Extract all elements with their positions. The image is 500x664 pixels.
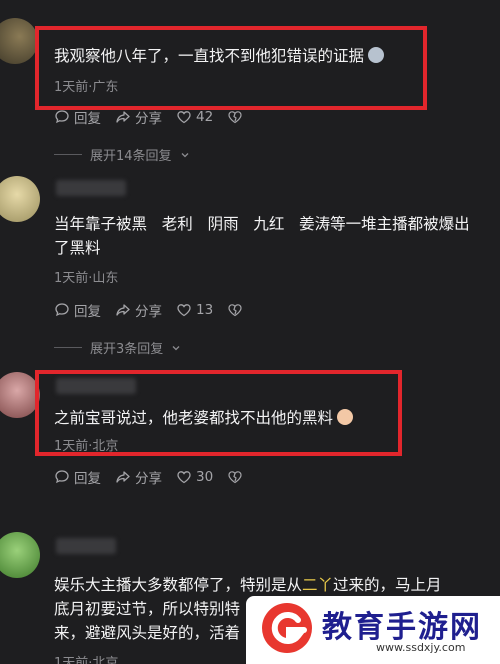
chat-bubble-icon <box>55 303 69 317</box>
chevron-down-icon <box>181 152 189 157</box>
chat-bubble-icon <box>55 110 69 124</box>
comment-actions: 回复 分享 13 <box>54 299 243 321</box>
share-button[interactable]: 分享 <box>115 107 162 127</box>
like-button[interactable]: 30 <box>176 469 213 485</box>
like-button[interactable]: 42 <box>176 109 213 125</box>
username[interactable] <box>56 180 126 196</box>
heart-icon <box>177 471 191 484</box>
share-button[interactable]: 分享 <box>115 300 162 320</box>
watermark: 教育手游网 www.ssdxjy.com <box>246 596 500 664</box>
share-arrow-icon <box>116 111 130 123</box>
like-button[interactable]: 13 <box>176 302 213 318</box>
expand-replies-button[interactable]: 展开14条回复 <box>54 145 190 164</box>
dislike-button[interactable] <box>227 109 243 125</box>
dislike-button[interactable] <box>227 302 243 318</box>
heart-icon <box>177 304 191 317</box>
username[interactable] <box>56 538 116 554</box>
face-emoji-icon <box>337 409 354 425</box>
chevron-down-icon <box>172 345 180 350</box>
comment-meta: 1天前·广东 <box>54 80 119 95</box>
site-logo-icon <box>262 603 312 653</box>
broken-heart-icon <box>228 304 242 317</box>
comment-text: 当年靠子被黑 老利 阴雨 九红 姜涛等一堆主播都被爆出 了黑料 <box>54 215 470 257</box>
highlighted-name[interactable]: 二丫 <box>302 576 333 594</box>
chat-bubble-icon <box>55 470 69 484</box>
comment-actions: 回复 分享 30 <box>54 466 243 488</box>
expand-replies-button[interactable]: 展开3条回复 <box>54 338 181 357</box>
divider <box>54 154 82 155</box>
dislike-button[interactable] <box>227 469 243 485</box>
broken-heart-icon <box>228 471 242 484</box>
broken-heart-icon <box>228 111 242 124</box>
comment-text: 我观察他八年了，一直找不到他犯错误的证据 <box>54 44 484 68</box>
comment-meta: 1天前·山东 <box>54 271 119 286</box>
cat-emoji-icon <box>368 47 385 63</box>
comment-meta: 1天前·北京 <box>54 439 119 454</box>
avatar[interactable] <box>0 372 40 418</box>
avatar[interactable] <box>0 176 40 222</box>
watermark-title: 教育手游网 <box>322 610 482 645</box>
comment-meta: 1天前·北京 <box>54 656 119 664</box>
watermark-url: www.ssdxjy.com <box>376 641 466 654</box>
comment-actions: 回复 分享 42 <box>54 106 243 128</box>
reply-button[interactable]: 回复 <box>54 300 101 320</box>
reply-button[interactable]: 回复 <box>54 467 101 487</box>
divider <box>54 347 82 348</box>
share-arrow-icon <box>116 471 130 483</box>
comment-feed: 我观察他八年了，一直找不到他犯错误的证据 1天前·广东 回复 分享 42 展开1… <box>0 0 500 664</box>
share-arrow-icon <box>116 304 130 316</box>
comment-text: 之前宝哥说过，他老婆都找不出他的黑料 <box>54 406 484 430</box>
avatar[interactable] <box>0 532 40 578</box>
reply-button[interactable]: 回复 <box>54 107 101 127</box>
avatar[interactable] <box>0 18 38 64</box>
share-button[interactable]: 分享 <box>115 467 162 487</box>
username[interactable] <box>56 378 136 394</box>
highlight-box <box>35 26 427 110</box>
heart-icon <box>177 111 191 124</box>
